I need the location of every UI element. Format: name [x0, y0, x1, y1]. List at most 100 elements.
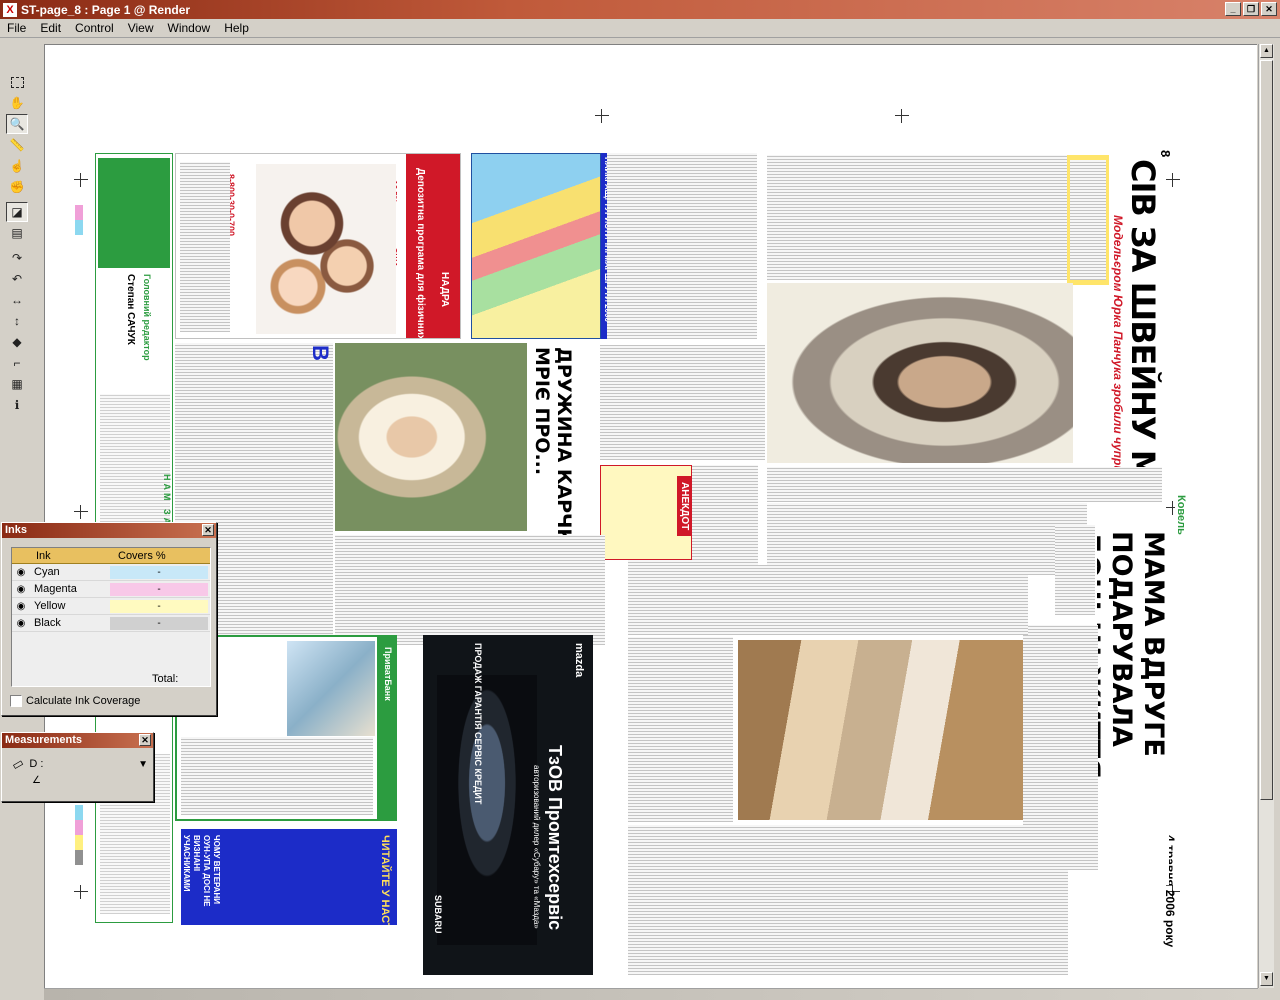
covers-column-header[interactable]: Covers %: [112, 548, 166, 563]
render-canvas[interactable]: 8 4 травня 2006 року СІВ ЗА ШВЕЙНУ МАШИН…: [44, 44, 1257, 988]
zoom-tool-icon[interactable]: 🔍: [6, 114, 28, 134]
ink-total-label: Total:: [152, 673, 179, 685]
nadra-brand: НАДРА: [439, 272, 450, 307]
mama-lead-text: [1055, 525, 1095, 615]
ink-name: Black: [34, 617, 61, 629]
vertical-scrollbar[interactable]: ▲ ▼: [1258, 44, 1274, 988]
mazda-subtitle: авторизований дилер «Субару» та «Мазда»: [532, 765, 541, 929]
karchok-dropcap: В: [311, 345, 333, 367]
menu-file[interactable]: File: [0, 21, 33, 35]
scroll-thumb[interactable]: [1260, 60, 1273, 800]
inks-table-header: Ink Covers %: [12, 548, 210, 564]
pan-tool-icon[interactable]: ☝: [6, 156, 28, 176]
grid-tool-icon[interactable]: ▦: [6, 374, 28, 394]
privat-label: ПриватБанк: [383, 647, 393, 701]
ink-name: Cyan: [34, 566, 60, 578]
inks-panel-title: Inks ✕: [2, 523, 216, 538]
mazda-title: ТзОВ Промтехсервіс: [545, 745, 565, 931]
measure-dropdown-arrow[interactable]: ▼: [138, 759, 148, 770]
anekdot-label: АНЕКДОТ: [677, 476, 691, 537]
calc-coverage-row[interactable]: Calculate Ink Coverage: [10, 695, 141, 708]
minimize-button[interactable]: _: [1225, 2, 1241, 16]
subaru-brand: SUBARU: [433, 895, 443, 934]
eye-icon[interactable]: ◉: [12, 584, 30, 595]
horizontal-scrollbar[interactable]: [44, 988, 1258, 1000]
registration-mark: [74, 173, 88, 187]
ink-coverage: -: [110, 582, 208, 596]
measurements-title-text: Measurements: [5, 734, 83, 746]
registration-mark: [595, 109, 609, 123]
flip-v-tool-icon[interactable]: ↕: [6, 311, 28, 331]
inks-panel: Inks ✕ Ink Covers % ◉ Cyan - ◉ Magenta -…: [1, 522, 217, 716]
menu-window[interactable]: Window: [161, 21, 218, 35]
fill-tool-icon[interactable]: ◆: [6, 332, 28, 352]
nadra-family-photo: [256, 164, 396, 334]
eye-icon[interactable]: ◉: [12, 601, 30, 612]
grab-tool-icon[interactable]: ✊: [6, 177, 28, 197]
eye-icon[interactable]: ◉: [12, 567, 30, 578]
angle-icon: ∠: [32, 775, 41, 786]
sewing-photo: [767, 283, 1073, 463]
inks-title-text: Inks: [5, 524, 28, 536]
mama-text-lower: [628, 825, 1068, 975]
ink-row-yellow[interactable]: ◉ Yellow -: [12, 598, 210, 615]
crop-tool-icon[interactable]: ⌐: [6, 353, 28, 373]
ruler-icon: ▭: [9, 755, 27, 773]
flip-h-tool-icon[interactable]: ↔: [6, 290, 28, 310]
masthead-logo: Ковель: [1175, 495, 1187, 565]
ink-coverage: -: [110, 616, 208, 630]
menu-edit[interactable]: Edit: [33, 21, 68, 35]
anekdot-box: АНЕКДОТ: [600, 465, 692, 560]
ink-row-magenta[interactable]: ◉ Magenta -: [12, 581, 210, 598]
subheadline-sewing: Модельєром Юрка Панчука зробили чуприна,…: [1111, 215, 1125, 470]
ink-row-black[interactable]: ◉ Black -: [12, 615, 210, 632]
color-bar: [75, 805, 83, 865]
scroll-down-arrow[interactable]: ▼: [1260, 972, 1273, 986]
render-tool-icon[interactable]: ◪: [6, 202, 28, 222]
next-issue-promo: ЧИТАЙТЕ У НАСТУПНОМУ НОМЕРІ ЧОМУ ВЕТЕРАН…: [181, 829, 397, 925]
menu-view[interactable]: View: [121, 21, 161, 35]
promo-headline: ЧИТАЙТЕ У НАСТУПНОМУ НОМЕРІ: [379, 835, 391, 925]
window-title: ST-page_8 : Page 1 @ Render: [21, 2, 191, 17]
measurements-close-button[interactable]: ✕: [139, 734, 151, 746]
distance-label: D :: [29, 758, 44, 770]
close-button[interactable]: ✕: [1261, 2, 1277, 16]
inks-table: Ink Covers % ◉ Cyan - ◉ Magenta - ◉ Yell…: [11, 547, 211, 687]
calc-coverage-checkbox[interactable]: [10, 695, 22, 708]
measurements-panel-title: Measurements ✕: [2, 733, 153, 748]
color-bar: [75, 205, 83, 235]
info-tool-icon[interactable]: ℹ: [6, 395, 28, 415]
promo-question: ЧОМУ ВЕТЕРАНИ ОУН-УПА ДОСІ НЕ ВИЗНАНІ УЧ…: [182, 835, 221, 907]
scroll-up-arrow[interactable]: ▲: [1260, 44, 1273, 58]
mama-photo: [738, 640, 1023, 820]
inks-close-button[interactable]: ✕: [202, 524, 214, 536]
privat-text: [181, 737, 373, 815]
ink-row-cyan[interactable]: ◉ Cyan -: [12, 564, 210, 581]
menu-control[interactable]: Control: [68, 21, 121, 35]
sewing-intro-text: [1070, 160, 1106, 280]
sewing-text-bottom: [767, 467, 1162, 502]
mama-text-main: [738, 565, 1028, 635]
ink-column-header[interactable]: Ink: [12, 548, 112, 563]
nadra-ad: НАДРА Депозитна програма для фізичних ос…: [175, 153, 461, 339]
menu-help[interactable]: Help: [217, 21, 256, 35]
rotate-ccw-tool-icon[interactable]: ↶: [6, 269, 28, 289]
sewing-text-top: [767, 155, 1067, 280]
mazda-car-image: [437, 675, 537, 945]
karchok-photo: [335, 343, 527, 531]
measurements-panel: Measurements ✕ ▭ D : ▼ ∠: [1, 732, 154, 802]
menu-bar: File Edit Control View Window Help: [0, 19, 1280, 38]
ink-coverage: -: [110, 565, 208, 579]
stack-tool-icon[interactable]: ▤: [6, 223, 28, 243]
ruler-tool-icon[interactable]: 📏: [6, 135, 28, 155]
eye-icon[interactable]: ◉: [12, 618, 30, 629]
registration-mark: [1166, 173, 1180, 187]
hand-tool-icon[interactable]: ✋: [6, 93, 28, 113]
mama-text-left: [628, 637, 733, 822]
calc-coverage-label: Calculate Ink Coverage: [26, 695, 141, 707]
title-bar: X ST-page_8 : Page 1 @ Render _ ❐ ✕: [0, 0, 1280, 19]
restore-button[interactable]: ❐: [1243, 2, 1259, 16]
work-area: ✋ 🔍 📏 ☝ ✊ ◪ ▤ ↷ ↶ ↔ ↕ ◆ ⌐ ▦ ℹ 8 4 травня…: [0, 38, 1280, 1000]
marquee-tool-icon[interactable]: [6, 72, 28, 92]
rotate-cw-tool-icon[interactable]: ↷: [6, 248, 28, 268]
